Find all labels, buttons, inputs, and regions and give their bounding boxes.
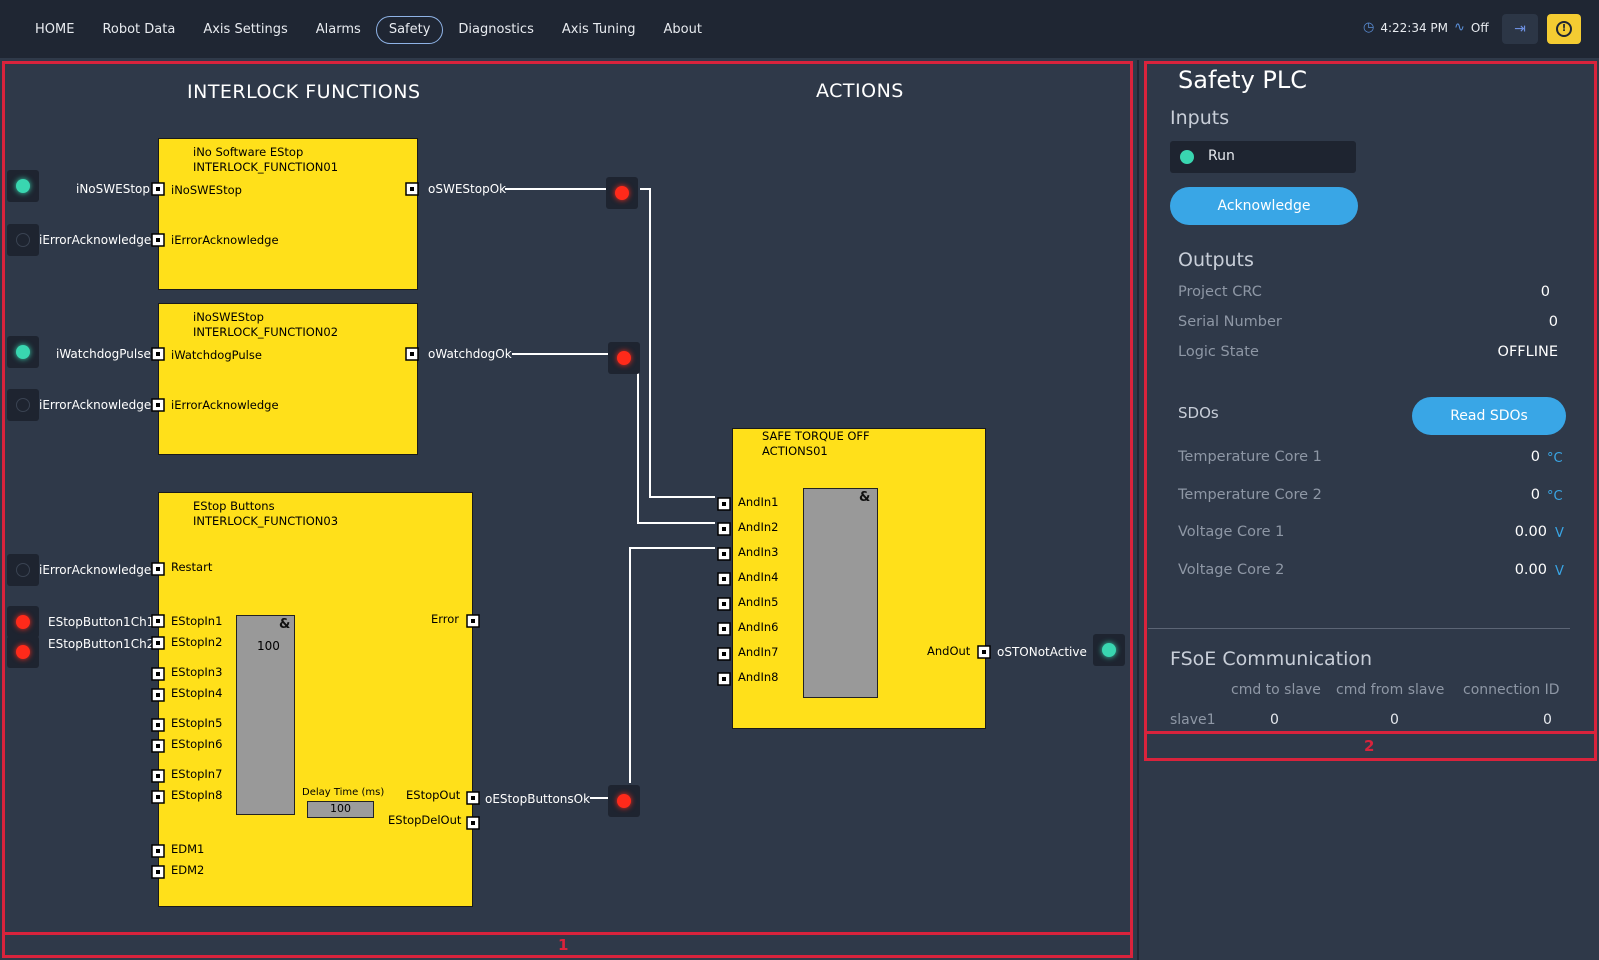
led-estopbutton1ch2: [7, 636, 39, 668]
port-terminal-center: [156, 774, 160, 778]
temp-core1-value: 0: [1530, 449, 1540, 465]
fsoe-heading: FSoE Communication: [1170, 648, 1373, 670]
port-terminal-center: [156, 870, 160, 874]
port-terminal-center: [471, 796, 475, 800]
port-terminal-center: [722, 527, 726, 531]
temp-core2-value: 0: [1530, 487, 1540, 503]
volt-core2-value: 0.00: [1514, 562, 1547, 578]
fsoe-cmd-to-slave-value: 0: [1270, 712, 1279, 728]
port-terminal-center: [156, 693, 160, 697]
port-terminal-center: [722, 502, 726, 506]
run-label: Run: [1208, 148, 1235, 164]
fsoe-col-cmd-to-slave: cmd to slave: [1231, 682, 1321, 698]
port-terminal-center: [156, 187, 160, 191]
project-crc-value: 0: [1540, 284, 1550, 300]
led-inoswestop: [7, 170, 39, 202]
led-oestopbuttonsok: [608, 785, 640, 817]
volt-core1-label: Voltage Core 1: [1178, 524, 1285, 540]
port-terminal-center: [156, 238, 160, 242]
port-terminal-center: [156, 723, 160, 727]
led-estopbutton1ch1: [7, 606, 39, 638]
volt-core1-value: 0.00: [1514, 524, 1547, 540]
led-ostonotactive: [1093, 634, 1125, 666]
port-terminal-center: [982, 650, 986, 654]
port-terminal-center: [722, 652, 726, 656]
led-ierrorack-2: [7, 389, 39, 421]
port-terminal-center: [156, 672, 160, 676]
serial-number-value: 0: [1548, 314, 1558, 330]
logic-state-value: OFFLINE: [1497, 344, 1558, 360]
logic-state-label: Logic State: [1178, 344, 1259, 360]
project-crc-label: Project CRC: [1178, 284, 1262, 300]
port-terminal-center: [156, 641, 160, 645]
port-terminal-center: [156, 352, 160, 356]
fsoe-col-cmd-from-slave: cmd from slave: [1336, 682, 1445, 698]
port-terminal-center: [156, 403, 160, 407]
led-owatchdogok: [608, 342, 640, 374]
plc-title: Safety PLC: [1178, 66, 1307, 94]
temp-core1-label: Temperature Core 1: [1178, 449, 1322, 465]
led-iwatchdogpulse: [7, 336, 39, 368]
sdos-heading: SDOs: [1178, 404, 1219, 422]
read-sdos-button[interactable]: Read SDOs: [1412, 397, 1566, 435]
run-indicator: Run: [1170, 141, 1356, 173]
led-ierrorack-3: [7, 554, 39, 586]
led-ierrorack-1: [7, 224, 39, 256]
port-terminal-center: [471, 821, 475, 825]
port-terminal-center: [722, 577, 726, 581]
port-terminal-center: [471, 619, 475, 623]
temp-core2-label: Temperature Core 2: [1178, 487, 1322, 503]
section-divider: [1148, 628, 1570, 629]
port-terminal-center: [156, 849, 160, 853]
port-terminal-center: [410, 187, 414, 191]
port-terminal-center: [156, 619, 160, 623]
volt-core2-label: Voltage Core 2: [1178, 562, 1285, 578]
fsoe-connection-id-value: 0: [1543, 712, 1552, 728]
port-terminal-center: [722, 627, 726, 631]
volt-core1-unit: V: [1555, 526, 1564, 541]
fsoe-col-connection-id: connection ID: [1463, 682, 1560, 698]
fsoe-cmd-from-slave-value: 0: [1390, 712, 1399, 728]
outputs-heading: Outputs: [1178, 249, 1254, 271]
fsoe-row-name: slave1: [1170, 712, 1216, 728]
port-terminal-center: [722, 602, 726, 606]
port-terminal-center: [722, 677, 726, 681]
led-oswestopok: [606, 177, 638, 209]
port-terminal-center: [156, 795, 160, 799]
acknowledge-button[interactable]: Acknowledge: [1170, 187, 1358, 225]
volt-core2-unit: V: [1555, 564, 1564, 579]
port-terminal-center: [410, 352, 414, 356]
region-label-2: 2: [1364, 737, 1375, 755]
serial-number-label: Serial Number: [1178, 314, 1282, 330]
port-terminal-center: [156, 744, 160, 748]
port-terminal-center: [722, 552, 726, 556]
run-status-dot: [1180, 150, 1194, 164]
inputs-heading: Inputs: [1170, 107, 1230, 129]
temp-core2-unit: °C: [1547, 489, 1563, 504]
temp-core1-unit: °C: [1547, 451, 1563, 466]
port-terminal-center: [156, 567, 160, 571]
